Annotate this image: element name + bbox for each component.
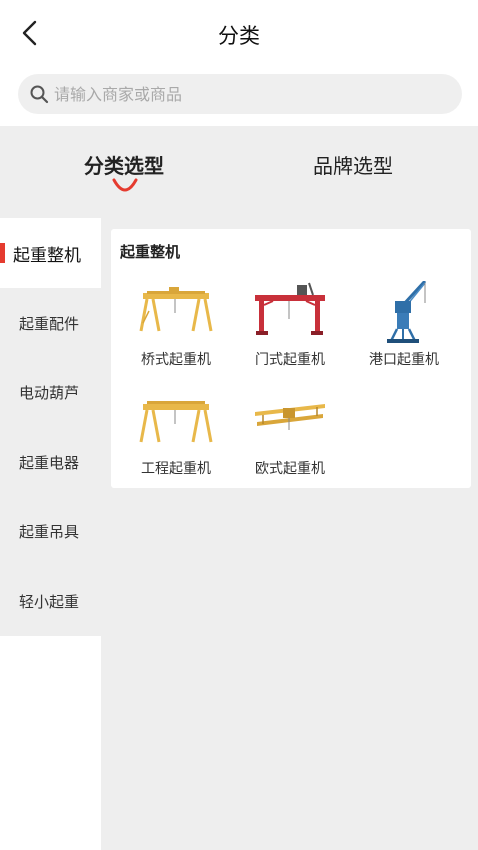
sidebar-item-light-lifting[interactable]: 轻小起重 xyxy=(0,566,101,636)
sidebar-item-label: 起重吊具 xyxy=(19,522,80,541)
sidebar-item-label: 起重电器 xyxy=(19,453,80,472)
product-gantry-crane[interactable]: 门式起重机 xyxy=(233,281,347,381)
tab-active-indicator xyxy=(112,178,138,192)
bridge-crane-icon xyxy=(139,287,213,332)
panel-title: 起重整机 xyxy=(120,243,181,261)
sidebar-item-label: 起重配件 xyxy=(19,314,80,333)
header-bar: 分类 xyxy=(0,0,478,66)
product-european-crane[interactable]: 欧式起重机 xyxy=(233,390,347,490)
product-label: 工程起重机 xyxy=(141,461,211,477)
sidebar-item-complete-machines[interactable]: 起重整机 xyxy=(0,218,101,288)
tab-brand-selection[interactable]: 品牌选型 xyxy=(313,150,393,179)
product-label: 门式起重机 xyxy=(255,352,325,368)
tab-category-selection[interactable]: 分类选型 xyxy=(84,150,164,179)
sidebar-item-label: 起重整机 xyxy=(13,245,81,266)
sidebar-item-electrical[interactable]: 起重电器 xyxy=(0,427,101,497)
product-panel: 起重整机 桥式起重机 门式起重机 港口起重机 工程起重机 欧式起重机 xyxy=(111,229,471,488)
content-area: 分类选型 品牌选型 起重整机 起重配件 电动葫芦 起重电器 起重吊具 轻小起重 xyxy=(0,126,478,850)
product-label: 港口起重机 xyxy=(369,352,439,368)
product-bridge-crane[interactable]: 桥式起重机 xyxy=(119,281,233,381)
sidebar-item-rigging[interactable]: 起重吊具 xyxy=(0,496,101,566)
search-bar[interactable] xyxy=(18,74,462,114)
product-label: 桥式起重机 xyxy=(141,352,211,368)
product-port-crane[interactable]: 港口起重机 xyxy=(347,281,461,381)
sidebar-list: 起重整机 起重配件 电动葫芦 起重电器 起重吊具 轻小起重 xyxy=(0,218,101,636)
product-engineering-crane[interactable]: 工程起重机 xyxy=(119,390,233,490)
european-crane-icon xyxy=(255,404,325,430)
search-icon xyxy=(28,83,50,105)
sidebar-item-electric-hoists[interactable]: 电动葫芦 xyxy=(0,357,101,427)
page-title: 分类 xyxy=(218,24,260,48)
sidebar-item-label: 轻小起重 xyxy=(19,592,80,611)
engineering-crane-icon xyxy=(139,401,213,443)
active-marker xyxy=(0,243,5,263)
sidebar-item-label: 电动葫芦 xyxy=(19,383,80,402)
category-sidebar: 起重整机 起重配件 电动葫芦 起重电器 起重吊具 轻小起重 xyxy=(0,218,101,850)
port-crane-icon xyxy=(387,281,427,343)
gantry-crane-icon xyxy=(255,282,325,335)
product-label: 欧式起重机 xyxy=(255,461,325,477)
search-input[interactable] xyxy=(54,84,434,104)
sidebar-item-parts[interactable]: 起重配件 xyxy=(0,288,101,358)
